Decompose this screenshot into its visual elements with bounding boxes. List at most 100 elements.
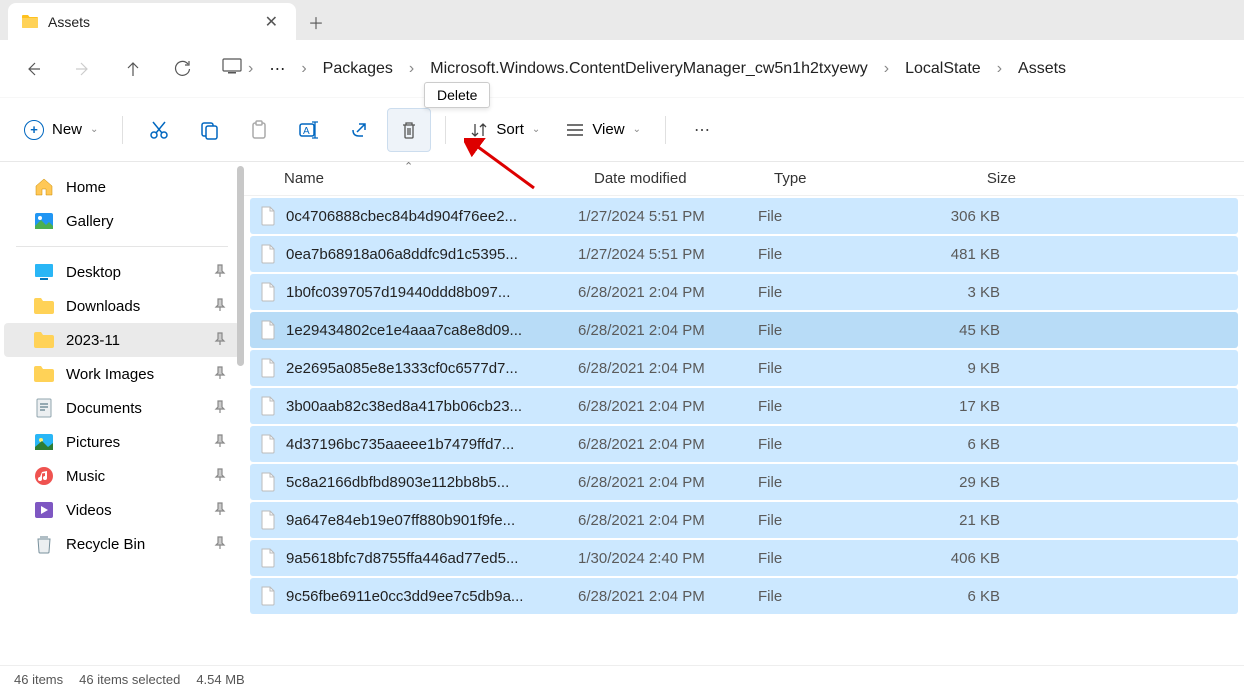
file-icon bbox=[260, 586, 286, 606]
back-button[interactable] bbox=[12, 48, 54, 90]
sort-button[interactable]: Sort ⌄ bbox=[460, 115, 550, 144]
breadcrumbs: › ⋯ › Packages › Microsoft.Windows.Conte… bbox=[212, 53, 1232, 85]
file-row[interactable]: 1e29434802ce1e4aaa7ca8e8d09...6/28/2021 … bbox=[250, 312, 1238, 348]
status-bar: 46 items 46 items selected 4.54 MB bbox=[0, 665, 1244, 693]
column-size[interactable]: Size bbox=[922, 170, 1016, 187]
file-date: 6/28/2021 2:04 PM bbox=[578, 588, 758, 605]
pin-icon bbox=[214, 400, 226, 417]
close-tab-button[interactable]: ✕ bbox=[261, 8, 282, 36]
view-icon bbox=[566, 123, 584, 137]
tab-assets[interactable]: Assets ✕ bbox=[8, 3, 296, 40]
file-row[interactable]: 9c56fbe6911e0cc3dd9ee7c5db9a...6/28/2021… bbox=[250, 578, 1238, 614]
file-date: 6/28/2021 2:04 PM bbox=[578, 284, 758, 301]
sidebar-item-downloads[interactable]: Downloads bbox=[4, 289, 240, 323]
file-size: 21 KB bbox=[906, 512, 1000, 529]
file-row[interactable]: 9a5618bfc7d8755ffa446ad77ed5...1/30/2024… bbox=[250, 540, 1238, 576]
sort-label: Sort bbox=[496, 121, 524, 138]
file-icon bbox=[260, 282, 286, 302]
copy-button[interactable] bbox=[187, 108, 231, 152]
pin-icon bbox=[214, 468, 226, 485]
view-button[interactable]: View ⌄ bbox=[556, 115, 651, 144]
pin-icon bbox=[214, 332, 226, 349]
sidebar-item-work-images[interactable]: Work Images bbox=[4, 357, 240, 391]
up-button[interactable] bbox=[112, 48, 154, 90]
column-name[interactable]: Name⌃ bbox=[284, 170, 594, 187]
forward-button[interactable] bbox=[62, 48, 104, 90]
column-date[interactable]: Date modified bbox=[594, 170, 774, 187]
column-type[interactable]: Type bbox=[774, 170, 922, 187]
file-row[interactable]: 0ea7b68918a06a8ddfc9d1c5395...1/27/2024 … bbox=[250, 236, 1238, 272]
file-type: File bbox=[758, 550, 906, 567]
file-size: 3 KB bbox=[906, 284, 1000, 301]
sidebar-divider bbox=[16, 246, 228, 247]
sidebar-item-label: Downloads bbox=[66, 298, 140, 315]
rename-button[interactable]: A bbox=[287, 108, 331, 152]
folder-icon bbox=[22, 15, 38, 28]
sidebar-item-label: 2023-11 bbox=[66, 332, 120, 349]
tab-title: Assets bbox=[48, 14, 90, 30]
pin-icon bbox=[214, 502, 226, 519]
cut-button[interactable] bbox=[137, 108, 181, 152]
breadcrumb-localstate[interactable]: LocalState bbox=[895, 54, 991, 84]
file-row[interactable]: 5c8a2166dbfbd8903e112bb8b5...6/28/2021 2… bbox=[250, 464, 1238, 500]
sidebar-home[interactable]: Home bbox=[4, 170, 240, 204]
more-button[interactable]: ⋯ bbox=[680, 108, 724, 152]
file-date: 6/28/2021 2:04 PM bbox=[578, 398, 758, 415]
separator bbox=[445, 116, 446, 144]
share-button[interactable] bbox=[337, 108, 381, 152]
file-icon bbox=[260, 244, 286, 264]
breadcrumb-cdm[interactable]: Microsoft.Windows.ContentDeliveryManager… bbox=[420, 54, 878, 84]
file-name: 3b00aab82c38ed8a417bb06cb23... bbox=[286, 398, 578, 415]
file-icon bbox=[260, 320, 286, 340]
file-date: 6/28/2021 2:04 PM bbox=[578, 474, 758, 491]
breadcrumb-overflow[interactable]: ⋯ bbox=[259, 53, 295, 85]
separator bbox=[122, 116, 123, 144]
sidebar-item-pictures[interactable]: Pictures bbox=[4, 425, 240, 459]
file-row[interactable]: 3b00aab82c38ed8a417bb06cb23...6/28/2021 … bbox=[250, 388, 1238, 424]
sidebar: HomeGallery Desktop Downloads 2023-11 Work … bbox=[0, 162, 244, 665]
delete-button[interactable] bbox=[387, 108, 431, 152]
chevron-down-icon: ⌄ bbox=[90, 124, 98, 135]
sidebar-item-label: Desktop bbox=[66, 264, 121, 281]
sidebar-gallery[interactable]: Gallery bbox=[4, 204, 240, 238]
refresh-button[interactable] bbox=[162, 48, 204, 90]
file-row[interactable]: 4d37196bc735aaeee1b7479ffd7...6/28/2021 … bbox=[250, 426, 1238, 462]
file-date: 1/30/2024 2:40 PM bbox=[578, 550, 758, 567]
sidebar-item-videos[interactable]: Videos bbox=[4, 493, 240, 527]
file-icon bbox=[260, 472, 286, 492]
file-row[interactable]: 9a647e84eb19e07ff880b901f9fe...6/28/2021… bbox=[250, 502, 1238, 538]
status-total: 46 items bbox=[14, 672, 63, 687]
paste-button[interactable] bbox=[237, 108, 281, 152]
file-type: File bbox=[758, 322, 906, 339]
file-row[interactable]: 0c4706888cbec84b4d904f76ee2...1/27/2024 … bbox=[250, 198, 1238, 234]
sidebar-item-documents[interactable]: Documents bbox=[4, 391, 240, 425]
file-date: 6/28/2021 2:04 PM bbox=[578, 322, 758, 339]
sidebar-item-desktop[interactable]: Desktop bbox=[4, 255, 240, 289]
toolbar: + New ⌄ A Sort ⌄ View ⌄ ⋯ bbox=[0, 98, 1244, 162]
file-size: 45 KB bbox=[906, 322, 1000, 339]
sidebar-item-recycle-bin[interactable]: Recycle Bin bbox=[4, 527, 240, 561]
pin-icon bbox=[214, 298, 226, 315]
status-size: 4.54 MB bbox=[196, 672, 244, 687]
sidebar-item-music[interactable]: Music bbox=[4, 459, 240, 493]
file-type: File bbox=[758, 436, 906, 453]
file-date: 6/28/2021 2:04 PM bbox=[578, 512, 758, 529]
breadcrumb-assets[interactable]: Assets bbox=[1008, 54, 1076, 84]
main-content: HomeGallery Desktop Downloads 2023-11 Work … bbox=[0, 162, 1244, 665]
chevron-right-icon: › bbox=[405, 60, 418, 78]
pc-icon[interactable] bbox=[222, 58, 242, 79]
file-row[interactable]: 1b0fc0397057d19440ddd8b097...6/28/2021 2… bbox=[250, 274, 1238, 310]
folder-icon bbox=[34, 365, 54, 383]
new-tab-button[interactable]: ＋ bbox=[296, 3, 336, 40]
new-button[interactable]: + New ⌄ bbox=[14, 114, 108, 146]
sidebar-item-2023-11[interactable]: 2023-11 bbox=[4, 323, 240, 357]
desktop-icon bbox=[34, 263, 54, 281]
sidebar-item-label: Videos bbox=[66, 502, 112, 519]
file-row[interactable]: 2e2695a085e8e1333cf0c6577d7...6/28/2021 … bbox=[250, 350, 1238, 386]
chevron-right-icon[interactable]: › bbox=[244, 60, 257, 78]
breadcrumb-packages[interactable]: Packages bbox=[313, 54, 403, 84]
file-name: 1b0fc0397057d19440ddd8b097... bbox=[286, 284, 578, 301]
status-selected: 46 items selected bbox=[79, 672, 180, 687]
nav-bar: › ⋯ › Packages › Microsoft.Windows.Conte… bbox=[0, 40, 1244, 98]
separator bbox=[665, 116, 666, 144]
